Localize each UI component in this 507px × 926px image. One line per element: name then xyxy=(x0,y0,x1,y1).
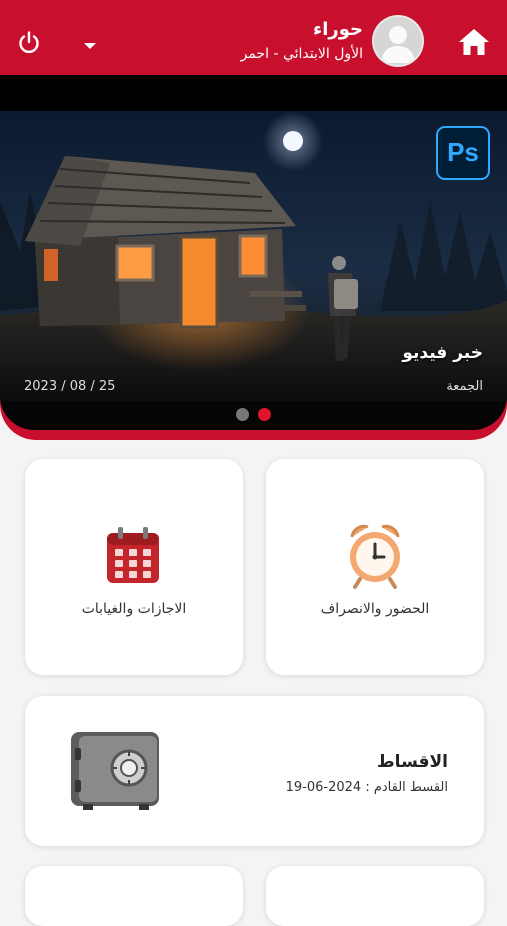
leaves-label: الاجازات والغيابات xyxy=(81,601,187,617)
user-class: الأول الابتدائي - احمر xyxy=(240,46,363,62)
user-name: حوراء xyxy=(313,19,363,40)
safe-icon xyxy=(71,732,159,810)
menu-card-partial-left[interactable] xyxy=(25,866,243,926)
installments-title: الاقساط xyxy=(377,752,448,772)
next-installment: القسط القادم : 2024-06-19 xyxy=(285,780,448,795)
attendance-label: الحضور والانصراف xyxy=(320,601,430,617)
installments-card[interactable]: الاقساط القسط القادم : 2024-06-19 xyxy=(25,696,484,846)
logout-button[interactable] xyxy=(16,30,42,56)
avatar-icon xyxy=(381,26,415,63)
avatar[interactable] xyxy=(374,17,422,65)
power-icon xyxy=(19,31,39,54)
home-button[interactable] xyxy=(456,26,492,58)
account-dropdown-button[interactable] xyxy=(82,36,98,49)
attendance-card[interactable]: الحضور والانصراف xyxy=(266,459,484,675)
home-icon xyxy=(459,29,489,55)
carousel-dot-2[interactable] xyxy=(258,408,271,421)
status-strip xyxy=(0,75,507,111)
menu-card-partial-right[interactable] xyxy=(266,866,484,926)
news-carousel[interactable]: Ps خبر فيديو الجمعة 2023 / 08 / 25 xyxy=(0,111,507,440)
news-slide[interactable]: Ps خبر فيديو الجمعة 2023 / 08 / 25 xyxy=(0,111,507,430)
leaves-card[interactable]: الاجازات والغيابات xyxy=(25,459,243,675)
carousel-dot-1[interactable] xyxy=(236,408,249,421)
chevron-down-icon xyxy=(84,43,96,49)
news-date: 2023 / 08 / 25 xyxy=(24,379,116,394)
news-title: خبر فيديو xyxy=(402,343,483,363)
photoshop-badge: Ps xyxy=(447,137,479,167)
calendar-icon xyxy=(107,527,159,583)
app-header: حوراء الأول الابتدائي - احمر xyxy=(0,0,507,75)
news-day: الجمعة xyxy=(446,379,483,394)
alarm-clock-icon xyxy=(350,524,400,589)
